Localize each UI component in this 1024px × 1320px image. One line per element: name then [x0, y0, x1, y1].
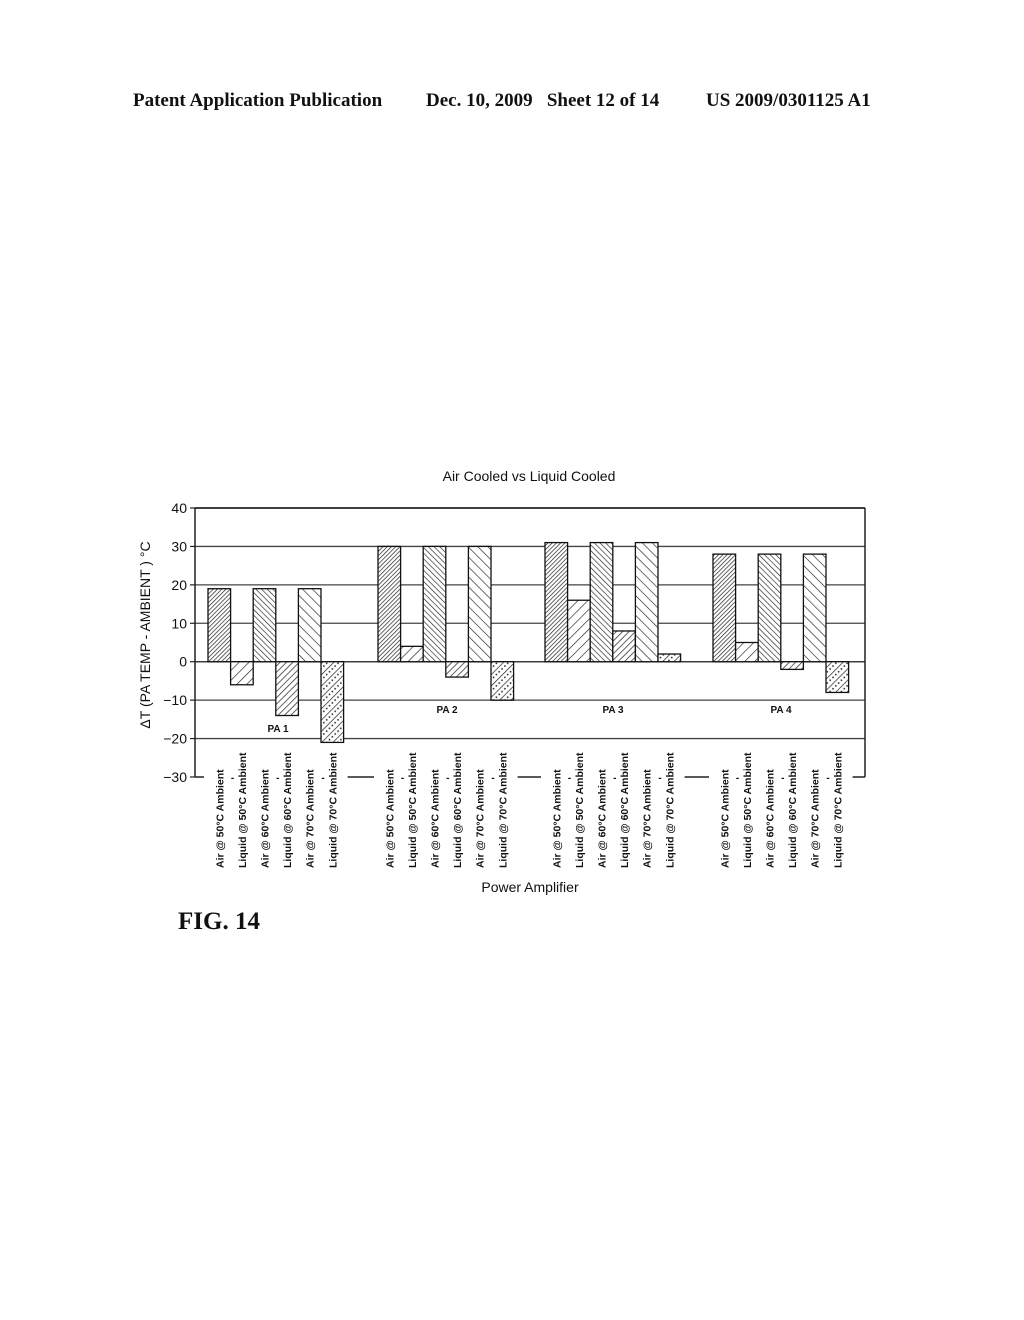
- y-tick-label: −10: [163, 692, 187, 708]
- bar-pa1-4: [275, 661, 300, 717]
- bar-pa1-6: [320, 661, 345, 744]
- x-tick-label: Liquid @ 60°C Ambient: [787, 752, 799, 868]
- bar-pa4-6: [825, 661, 850, 694]
- label-separator: -: [736, 773, 739, 784]
- y-axis-ticks: 40 30 20 10 0 −10 −20 −30: [163, 500, 195, 785]
- label-separator: -: [276, 773, 279, 784]
- bar-pa4-4: [780, 661, 805, 671]
- label-separator: -: [658, 773, 661, 784]
- y-tick-label: −30: [163, 769, 187, 785]
- x-tick-label: Liquid @ 60°C Ambient: [282, 752, 294, 868]
- x-tick-label: Liquid @ 70°C Ambient: [497, 752, 509, 868]
- bar-pa4-5: [802, 553, 827, 663]
- label-separator: -: [401, 773, 404, 784]
- bar-pa4-1: [712, 553, 737, 663]
- x-tick-label: Air @ 50°C Ambient: [719, 769, 731, 868]
- bar-pa1-2: [229, 661, 254, 686]
- bar-pa3-4: [612, 630, 637, 663]
- bar-pa1-5: [297, 588, 322, 663]
- bar-pa3-1: [544, 541, 569, 663]
- x-tick-label: Air @ 60°C Ambient: [260, 769, 272, 868]
- x-tick-label: Air @ 70°C Ambient: [305, 769, 317, 868]
- bar-pa3-2: [566, 599, 591, 663]
- label-separator: -: [826, 773, 829, 784]
- x-tick-label: Liquid @ 50°C Ambient: [237, 752, 249, 868]
- bar-pa1-3: [252, 588, 277, 663]
- y-tick-label: 10: [171, 615, 187, 631]
- x-tick-label: Air @ 60°C Ambient: [765, 769, 777, 868]
- group-labels: PA 1 PA 2 PA 3 PA 4: [267, 705, 792, 735]
- label-separator: -: [491, 773, 494, 784]
- y-tick-label: 40: [171, 500, 187, 516]
- bar-pa4-2: [734, 641, 759, 663]
- y-tick-label: 20: [171, 577, 187, 593]
- x-axis-label: Power Amplifier: [481, 879, 579, 895]
- x-tick-label: Air @ 50°C Ambient: [551, 769, 563, 868]
- label-separator: -: [446, 773, 449, 784]
- x-tick-label: Liquid @ 60°C Ambient: [619, 752, 631, 868]
- figure-label: FIG. 14: [178, 908, 260, 935]
- bar-pa2-1: [377, 545, 402, 663]
- label-separator: -: [781, 773, 784, 784]
- bar-pa2-4: [445, 661, 470, 678]
- bar-pa1-1: [207, 588, 232, 663]
- group-label: PA 4: [770, 705, 792, 716]
- label-separator: -: [613, 773, 616, 784]
- bar-pa3-6: [657, 653, 682, 663]
- x-tick-label: Liquid @ 50°C Ambient: [742, 752, 754, 868]
- bar-pa4-3: [757, 553, 782, 663]
- label-separator: -: [231, 773, 234, 784]
- x-tick-label: Air @ 70°C Ambient: [810, 769, 822, 868]
- x-tick-label: Liquid @ 50°C Ambient: [574, 752, 586, 868]
- bar-pa2-3: [422, 545, 447, 663]
- x-tick-label: Liquid @ 70°C Ambient: [664, 752, 676, 868]
- bars: [207, 541, 850, 744]
- bar-pa3-5: [634, 541, 659, 663]
- bar-pa2-5: [467, 545, 492, 663]
- y-tick-label: −20: [163, 731, 187, 747]
- x-tick-label: Air @ 60°C Ambient: [430, 769, 442, 868]
- x-axis-labels: Air @ 50°C Ambient - Liquid @ 50°C Ambient…: [204, 752, 853, 868]
- y-tick-label: 30: [171, 538, 187, 554]
- y-axis-label: ΔT (PA TEMP - AMBIENT ) °C: [137, 541, 153, 728]
- bar-chart: Air Cooled vs Liquid Cooled 40 30 20 10 0 −10…: [137, 468, 866, 895]
- label-separator: -: [321, 773, 324, 784]
- y-tick-label: 0: [179, 654, 187, 670]
- x-tick-label: Air @ 50°C Ambient: [214, 769, 226, 868]
- chart-title: Air Cooled vs Liquid Cooled: [443, 468, 616, 484]
- x-tick-label: Liquid @ 70°C Ambient: [832, 752, 844, 868]
- group-label: PA 1: [267, 724, 289, 735]
- x-tick-label: Liquid @ 60°C Ambient: [452, 752, 464, 868]
- x-tick-label: Air @ 70°C Ambient: [475, 769, 487, 868]
- group-label: PA 2: [436, 705, 458, 716]
- x-tick-label: Liquid @ 50°C Ambient: [407, 752, 419, 868]
- group-label: PA 3: [602, 705, 624, 716]
- x-tick-label: Air @ 70°C Ambient: [642, 769, 654, 868]
- bar-pa2-2: [399, 645, 424, 663]
- bar-pa2-6: [490, 661, 515, 701]
- label-separator: -: [568, 773, 571, 784]
- x-tick-label: Air @ 50°C Ambient: [384, 769, 396, 868]
- bar-pa3-3: [589, 541, 614, 663]
- x-tick-label: Air @ 60°C Ambient: [597, 769, 609, 868]
- x-tick-label: Liquid @ 70°C Ambient: [327, 752, 339, 868]
